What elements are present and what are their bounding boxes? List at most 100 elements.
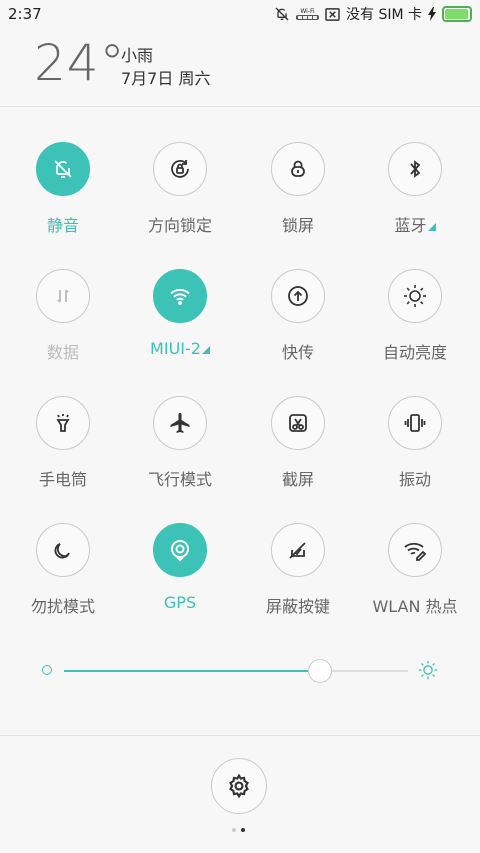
toggle-button[interactable] [36, 396, 90, 450]
toggle-label: 方向锁定 [121, 212, 239, 236]
lock-icon [291, 160, 305, 177]
flashlight-icon [56, 414, 70, 432]
toggle-bell-off[interactable]: 静音 [4, 140, 122, 250]
toggle-moon[interactable]: 勿扰模式 [4, 521, 122, 631]
toggle-wifi[interactable]: MIUI-2 [121, 267, 239, 377]
status-time: 2:37 [8, 5, 42, 23]
toggle-label-text: 截屏 [281, 470, 314, 489]
bluetooth-icon [410, 160, 421, 178]
toggle-label-text: 蓝牙 [394, 216, 427, 235]
toggle-button[interactable] [271, 396, 325, 450]
weather-condition: 小雨 [121, 46, 154, 65]
toggle-label: 静音 [4, 212, 122, 236]
divider [0, 735, 480, 736]
toggle-gps[interactable]: GPS [121, 521, 239, 631]
status-bar: 2:37 Wi-Fi 没有 SIM 卡 [0, 0, 480, 28]
toggle-bluetooth[interactable]: 蓝牙 [356, 140, 474, 250]
weather-date: 7月7日 周六 [121, 69, 211, 88]
toggle-label: WLAN 热点 [356, 593, 474, 617]
toggle-button[interactable] [388, 396, 442, 450]
toggle-button[interactable] [36, 269, 90, 323]
toggle-flashlight[interactable]: 手电筒 [4, 394, 122, 504]
mobile-data-icon [57, 289, 69, 303]
toggle-label-text: 静音 [46, 216, 79, 235]
toggle-button[interactable] [153, 523, 207, 577]
expand-corner-icon [201, 346, 210, 354]
gps-icon [171, 540, 189, 562]
toggle-vibrate[interactable]: 振动 [356, 394, 474, 504]
toggle-label: 振动 [356, 466, 474, 490]
divider [0, 106, 480, 107]
page-dot [232, 828, 236, 832]
toggle-mobile-data[interactable]: 数据 [4, 267, 122, 377]
brightness-track[interactable] [64, 659, 408, 683]
no-signal-icon [325, 7, 340, 21]
toggle-button[interactable] [271, 142, 325, 196]
moon-icon [54, 543, 70, 559]
toggle-label-text: 飞行模式 [147, 470, 212, 489]
toggle-button[interactable] [388, 269, 442, 323]
brightness-low-icon [42, 665, 52, 675]
toggle-label: MIUI-2 [121, 339, 239, 358]
brightness-thumb[interactable] [307, 659, 332, 683]
page-indicator [232, 828, 245, 832]
toggle-label-text: 快传 [281, 343, 314, 362]
toggle-label-text: 振动 [398, 470, 431, 489]
toggle-button[interactable] [388, 142, 442, 196]
toggle-label: 手电筒 [4, 466, 122, 490]
battery-icon [442, 6, 472, 22]
toggle-button[interactable] [271, 523, 325, 577]
toggle-label-text: 数据 [46, 343, 79, 362]
toggle-quick-transfer[interactable]: 快传 [239, 267, 357, 377]
bell-off-icon [54, 160, 72, 178]
toggle-button[interactable] [153, 142, 207, 196]
brightness-high-icon [418, 660, 438, 680]
weather-widget[interactable]: 24° 小雨 7月7日 周六 [0, 28, 480, 106]
wifi-badge-icon: Wi-Fi [296, 8, 319, 20]
gear-icon [229, 773, 249, 799]
brightness-slider[interactable] [42, 656, 438, 686]
wifi-icon [170, 288, 190, 305]
rotation-lock-icon [171, 160, 189, 178]
wifi-badge-label: Wi-Fi [300, 8, 315, 15]
toggle-label: GPS [121, 593, 239, 612]
toggle-airplane[interactable]: 飞行模式 [121, 394, 239, 504]
toggle-label-text: MIUI-2 [150, 339, 201, 358]
toggle-label: 数据 [4, 339, 122, 363]
toggle-label-text: WLAN 热点 [372, 597, 458, 616]
toggle-button[interactable] [153, 269, 207, 323]
toggle-button[interactable] [153, 396, 207, 450]
settings-button[interactable] [211, 758, 267, 814]
carrier-text: 没有 SIM 卡 [346, 7, 422, 23]
quick-transfer-icon [288, 286, 308, 306]
toggle-label: 蓝牙 [356, 212, 474, 236]
toggle-screenshot[interactable]: 截屏 [239, 394, 357, 504]
toggle-label-text: 自动亮度 [382, 343, 447, 362]
toggle-label: 锁屏 [239, 212, 357, 236]
status-icons: Wi-Fi 没有 SIM 卡 [274, 4, 472, 24]
toggle-label: 自动亮度 [356, 339, 474, 363]
toggle-label: 勿扰模式 [4, 593, 122, 617]
hotspot-icon [404, 542, 427, 561]
toggle-button[interactable] [271, 269, 325, 323]
toggle-hotspot[interactable]: WLAN 热点 [356, 521, 474, 631]
toggle-label: 截屏 [239, 466, 357, 490]
vibrate-icon [404, 414, 426, 432]
toggle-button[interactable] [388, 523, 442, 577]
toggle-button[interactable] [36, 142, 90, 196]
toggle-label: 快传 [239, 339, 357, 363]
toggle-label-text: 锁屏 [281, 216, 314, 235]
auto-brightness-icon [404, 285, 426, 307]
page-dot [241, 828, 245, 832]
toggle-rotation-lock[interactable]: 方向锁定 [121, 140, 239, 250]
toggle-button[interactable] [36, 523, 90, 577]
block-keys-icon [289, 542, 306, 559]
toggle-block-keys[interactable]: 屏蔽按键 [239, 521, 357, 631]
brightness-fill [64, 670, 319, 672]
toggle-auto-brightness[interactable]: 自动亮度 [356, 267, 474, 377]
toggle-label-text: 手电筒 [38, 470, 87, 489]
toggle-label-text: GPS [163, 593, 197, 612]
charging-bolt-icon [428, 7, 436, 21]
screenshot-icon [289, 414, 307, 432]
toggle-lock[interactable]: 锁屏 [239, 140, 357, 250]
